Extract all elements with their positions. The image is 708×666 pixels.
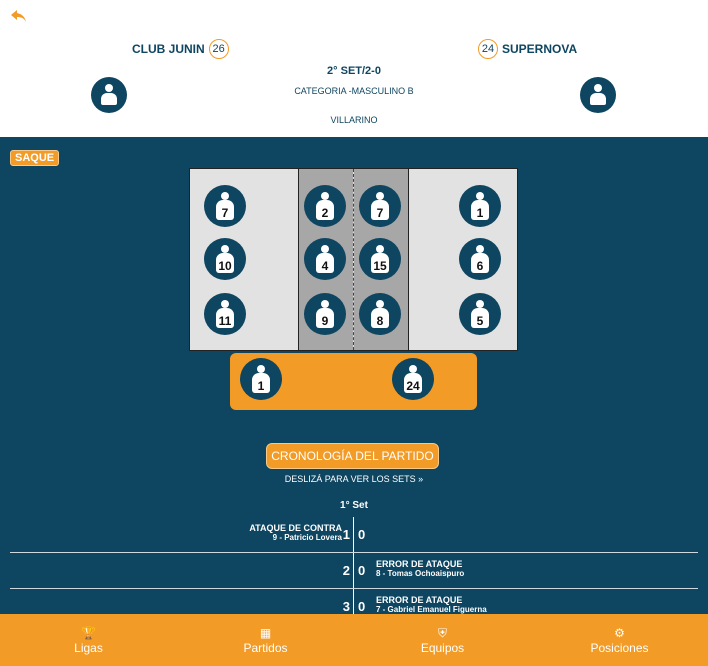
back-arrow-icon[interactable] <box>10 8 28 24</box>
event-action: ATAQUE DE CONTRA <box>249 523 342 533</box>
nav-item-label: Posiciones <box>590 640 649 655</box>
nav-item-ligas[interactable]: 🏆 Ligas <box>0 614 177 666</box>
home-team-name: CLUB JUNIN <box>132 42 205 56</box>
player-head-icon <box>321 245 329 253</box>
player-head-icon <box>321 192 329 200</box>
player-number: 7 <box>371 200 389 220</box>
player-head-icon <box>376 245 384 253</box>
court-player-home-front[interactable]: 4 <box>304 238 346 280</box>
player-number: 11 <box>216 308 234 328</box>
event-player: 9 - Patricio Lovera <box>272 533 342 542</box>
nav-item-partidos[interactable]: ▦ Partidos <box>177 614 354 666</box>
set-status: 2° SET/2-0 <box>327 65 381 77</box>
court-player-away-front[interactable]: 8 <box>359 293 401 335</box>
timeline-list[interactable]: ATAQUE DE CONTRA 9 - Patricio Lovera 1 0 ERR… <box>0 517 708 617</box>
timeline-row: ERROR DE ATAQUE 7 - Gabriel Emanuel Figue… <box>0 589 708 617</box>
player-head-icon <box>476 192 484 200</box>
court-player-away-back[interactable]: 5 <box>459 293 501 335</box>
match-header: CLUB JUNIN 26 24 SUPERNOVA 2° SET/2-0 CA… <box>0 0 708 137</box>
home-point-score: 3 <box>342 599 350 614</box>
court-player-away-back[interactable]: 6 <box>459 238 501 280</box>
set-title: 1° Set <box>340 500 368 511</box>
nav-item-label: Equipos <box>420 640 465 655</box>
home-team-avatar-icon <box>91 77 127 113</box>
player-number: 8 <box>371 308 389 328</box>
event-action: ERROR DE ATAQUE <box>376 559 463 569</box>
serve-badge: SAQUE <box>10 150 60 166</box>
calendar-icon: ▦ <box>259 625 272 640</box>
player-number: 4 <box>316 253 334 273</box>
medal-icon: ⚙ <box>614 625 625 640</box>
court-player-home-front[interactable]: 2 <box>304 185 346 227</box>
nav-item-label: Ligas <box>74 640 103 655</box>
away-attack-line <box>408 169 409 350</box>
away-event: ERROR DE ATAQUE 7 - Gabriel Emanuel Figue… <box>376 595 576 614</box>
player-number: 6 <box>471 253 489 273</box>
player-head-icon <box>257 365 265 373</box>
nav-item-label: Partidos <box>243 640 288 655</box>
trophy-icon: 🏆 <box>81 625 96 640</box>
player-head-icon <box>376 300 384 308</box>
nav-item-posiciones[interactable]: ⚙ Posiciones <box>531 614 708 666</box>
home-event: ATAQUE DE CONTRA 9 - Patricio Lovera <box>142 523 342 542</box>
event-player: 7 - Gabriel Emanuel Figuerna <box>376 605 487 614</box>
away-team-avatar-icon <box>580 77 616 113</box>
match-venue: VILLARINO <box>330 115 378 125</box>
event-player: 8 - Tomas Ochoaispuro <box>376 569 465 578</box>
home-point-score: 1 <box>342 527 350 542</box>
net-line <box>353 169 354 350</box>
bench-player[interactable]: 24 <box>392 358 434 400</box>
court-player-away-front[interactable]: 7 <box>359 185 401 227</box>
player-number: 24 <box>404 373 422 393</box>
player-number: 5 <box>471 308 489 328</box>
court-player-home-back[interactable]: 11 <box>204 293 246 335</box>
home-point-score: 2 <box>342 563 350 578</box>
away-event: ERROR DE ATAQUE 8 - Tomas Ochoaispuro <box>376 559 576 578</box>
home-attack-line <box>298 169 299 350</box>
event-action: ERROR DE ATAQUE <box>376 595 463 605</box>
timeline-row: ATAQUE DE CONTRA 9 - Patricio Lovera 1 0 <box>0 517 708 553</box>
player-number: 9 <box>316 308 334 328</box>
player-head-icon <box>221 300 229 308</box>
player-head-icon <box>476 245 484 253</box>
away-team-name: SUPERNOVA <box>502 42 578 56</box>
match-category: CATEGORIA -MASCULINO B <box>294 86 414 96</box>
home-team-score: 26 <box>208 39 229 59</box>
court-player-home-back[interactable]: 10 <box>204 238 246 280</box>
bottom-nav: 🏆 Ligas ▦ Partidos ⛨ Equipos ⚙ Posiciones <box>0 614 708 666</box>
home-team: CLUB JUNIN 26 <box>132 38 233 60</box>
court-player-home-front[interactable]: 9 <box>304 293 346 335</box>
shield-icon: ⛨ <box>437 625 447 640</box>
away-point-score: 0 <box>358 599 366 614</box>
player-head-icon <box>476 300 484 308</box>
player-head-icon <box>409 365 417 373</box>
timeline-row: ERROR DE ATAQUE 8 - Tomas Ochoaispuro 2 0 <box>0 553 708 589</box>
player-number: 2 <box>316 200 334 220</box>
player-head-icon <box>221 245 229 253</box>
player-head-icon <box>376 192 384 200</box>
player-number: 15 <box>371 253 389 273</box>
swipe-hint: DESLIZÁ PARA VER LOS SETS » <box>284 474 424 484</box>
bench-player[interactable]: 1 <box>240 358 282 400</box>
court-player-home-back[interactable]: 7 <box>204 185 246 227</box>
player-number: 10 <box>216 253 234 273</box>
away-team: 24 SUPERNOVA <box>474 38 577 60</box>
away-team-score: 24 <box>478 39 498 59</box>
court-player-away-front[interactable]: 15 <box>359 238 401 280</box>
away-point-score: 0 <box>358 563 366 578</box>
timeline-button[interactable]: CRONOLOGÍA DEL PARTIDO <box>266 443 439 469</box>
player-head-icon <box>221 192 229 200</box>
court-player-away-back[interactable]: 1 <box>459 185 501 227</box>
player-head-icon <box>321 300 329 308</box>
player-number: 1 <box>252 373 270 393</box>
away-point-score: 0 <box>358 527 366 542</box>
nav-item-equipos[interactable]: ⛨ Equipos <box>354 614 531 666</box>
player-number: 1 <box>471 200 489 220</box>
player-number: 7 <box>216 200 234 220</box>
